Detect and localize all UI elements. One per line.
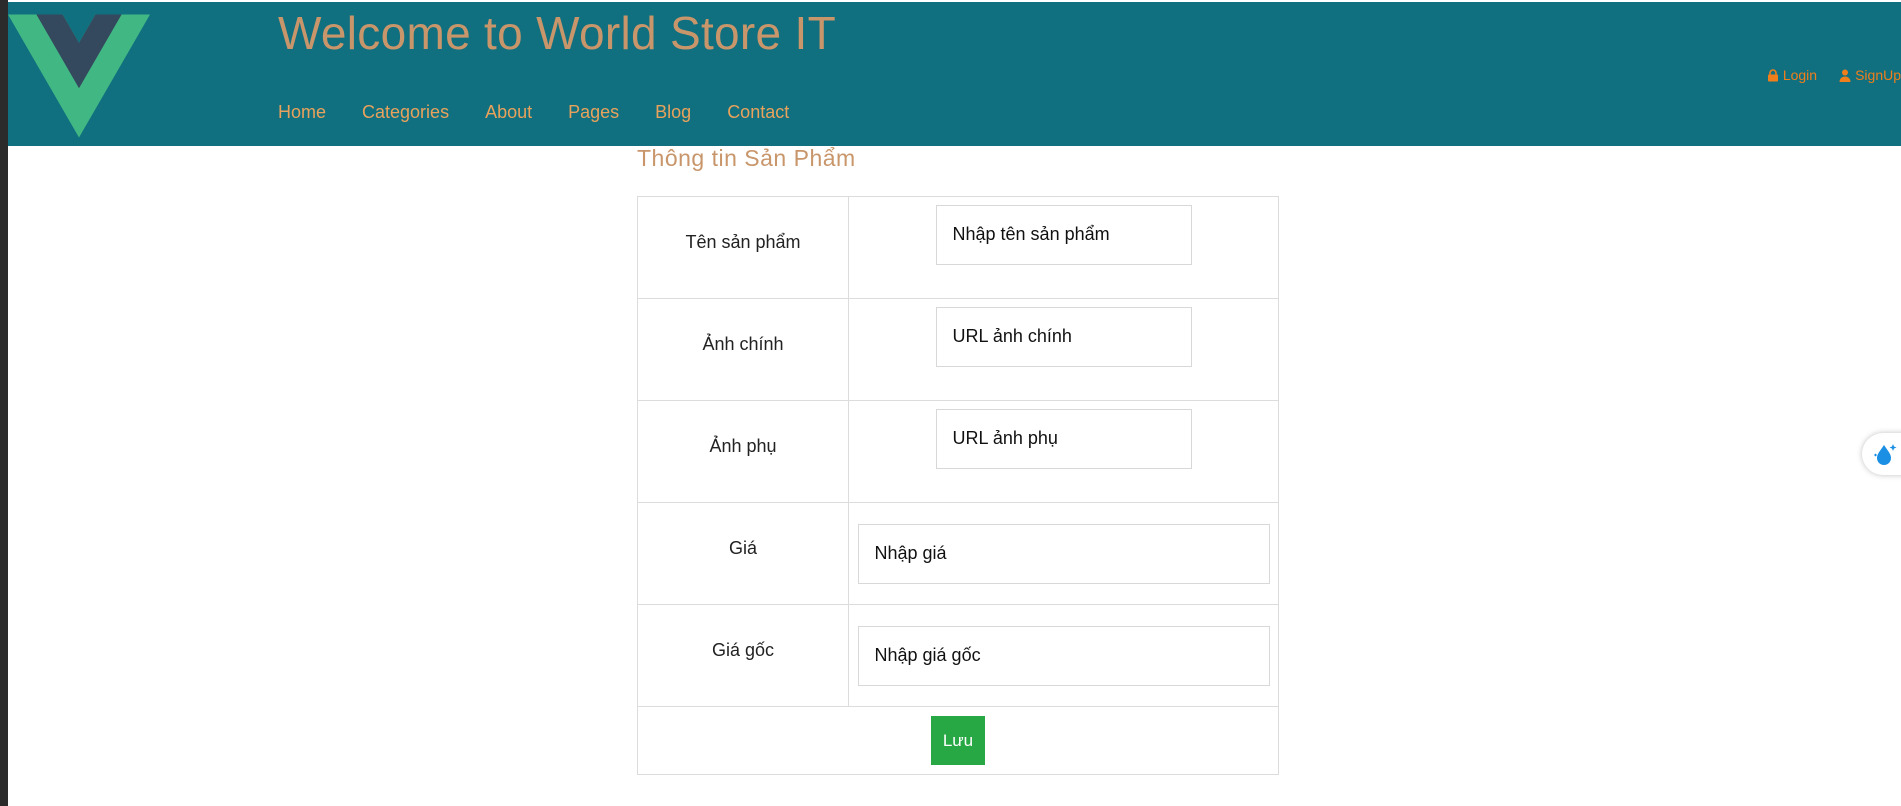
sub-image-url-input[interactable] [935, 408, 1192, 469]
nav-about[interactable]: About [485, 102, 532, 123]
original-price-label: Giá gốc [637, 604, 849, 707]
price-label: Giá [637, 502, 849, 605]
main-image-label: Ảnh chính [637, 298, 849, 401]
form-title: Thông tin Sản Phẩm [637, 145, 856, 171]
product-name-label: Tên sản phẩm [637, 196, 849, 299]
lock-icon [1767, 68, 1778, 81]
sub-image-label: Ảnh phụ [637, 400, 849, 503]
nav-pages[interactable]: Pages [568, 102, 619, 123]
main-nav: Home Categories About Pages Blog Contact [278, 102, 825, 123]
site-header: Welcome to World Store IT Home Categorie… [8, 2, 1901, 146]
login-link[interactable]: Login [1767, 67, 1817, 83]
sub-image-cell [848, 400, 1279, 503]
form-row-name: Tên sản phẩm [637, 196, 1279, 299]
site-title: Welcome to World Store IT [278, 7, 836, 59]
original-price-input[interactable] [857, 625, 1270, 686]
user-icon [1839, 69, 1851, 82]
nav-categories[interactable]: Categories [362, 102, 449, 123]
form-row-sub-image: Ảnh phụ [637, 400, 1279, 503]
signup-link[interactable]: SignUp [1839, 67, 1901, 83]
main-image-url-input[interactable] [935, 306, 1192, 367]
price-input[interactable] [857, 523, 1270, 584]
water-drop-icon [1874, 444, 1897, 465]
form-row-actions: Lưu [637, 706, 1279, 775]
product-name-input[interactable] [935, 204, 1192, 265]
product-form-table: Tên sản phẩm Ảnh chính Ảnh phụ Giá Giá g… [637, 196, 1279, 775]
main-image-cell [848, 298, 1279, 401]
floating-assistant-button[interactable] [1862, 433, 1901, 475]
window-edge [0, 0, 8, 806]
product-name-cell [848, 196, 1279, 299]
nav-contact[interactable]: Contact [727, 102, 789, 123]
vue-logo-icon[interactable] [8, 14, 150, 138]
login-label: Login [1782, 67, 1818, 83]
nav-home[interactable]: Home [278, 102, 326, 123]
auth-links: Login SignUp [1767, 67, 1901, 83]
signup-label: SignUp [1855, 67, 1901, 83]
form-row-original-price: Giá gốc [637, 604, 1279, 707]
form-row-price: Giá [637, 502, 1279, 605]
save-button[interactable]: Lưu [931, 716, 985, 765]
price-cell [848, 502, 1279, 605]
original-price-cell [848, 604, 1279, 707]
nav-blog[interactable]: Blog [655, 102, 691, 123]
actions-cell: Lưu [637, 706, 1279, 775]
form-row-main-image: Ảnh chính [637, 298, 1279, 401]
